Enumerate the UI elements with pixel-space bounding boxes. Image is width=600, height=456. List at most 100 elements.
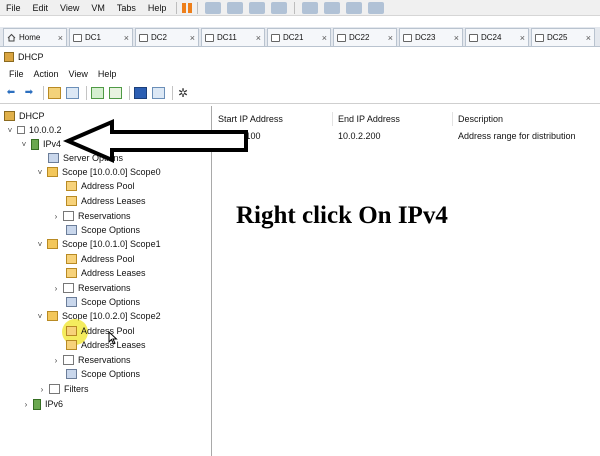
tab-dc25[interactable]: DC25 × xyxy=(531,28,595,46)
collapse-icon[interactable]: ˅ xyxy=(20,140,28,149)
refresh-icon[interactable] xyxy=(90,86,104,100)
tab-dc22[interactable]: DC22 × xyxy=(333,28,397,46)
tab-dc1[interactable]: DC1 × xyxy=(69,28,133,46)
annotation-text: Right click On IPv4 xyxy=(236,202,448,229)
tree-item-label: DHCP xyxy=(19,111,45,121)
menu-view[interactable]: View xyxy=(64,69,93,79)
view-thumbnail-icon[interactable] xyxy=(324,1,341,14)
expand-icon[interactable]: › xyxy=(52,284,60,293)
cell-description[interactable]: Address range for distribution xyxy=(453,129,600,143)
tree-item-label: Reservations xyxy=(78,211,131,221)
tab-label: DC22 xyxy=(349,33,370,42)
collapse-icon[interactable]: ˅ xyxy=(36,312,44,321)
collapse-icon[interactable]: ˅ xyxy=(6,126,14,135)
options-icon xyxy=(66,297,77,307)
menu-file[interactable]: File xyxy=(4,69,29,79)
send-ctrl-alt-del-icon[interactable] xyxy=(205,1,222,14)
close-icon[interactable]: × xyxy=(322,33,327,43)
close-icon[interactable]: × xyxy=(58,33,63,43)
tab-label: Home xyxy=(19,33,41,42)
expand-icon[interactable]: › xyxy=(38,385,46,394)
column-header-description[interactable]: Description xyxy=(453,112,600,126)
vm-menu-tabs[interactable]: Tabs xyxy=(111,3,142,13)
vm-icon xyxy=(535,33,544,42)
vm-menu-edit[interactable]: Edit xyxy=(27,3,55,13)
tree-item-address-pool[interactable]: Address Pool xyxy=(66,252,135,266)
snapshot-manager-icon[interactable] xyxy=(271,1,288,14)
expand-icon[interactable]: › xyxy=(22,400,30,409)
vm-tab-strip: Home × DC1 × DC2 × DC11 × DC21 × DC22 × DC23 ×… xyxy=(0,27,600,47)
collapse-icon[interactable]: ˅ xyxy=(36,168,44,177)
options-icon xyxy=(66,225,77,235)
vm-menubar: File Edit View VM Tabs Help xyxy=(0,0,600,16)
tree-item-dhcp[interactable]: DHCP xyxy=(4,109,45,123)
tree-item-label: Scope [10.0.1.0] Scope1 xyxy=(62,239,161,249)
vm-menu-file[interactable]: File xyxy=(0,3,27,13)
tree-item-ipv6[interactable]: › IPv6 xyxy=(22,397,63,411)
add-server-icon[interactable]: ✲ xyxy=(176,86,190,100)
up-folder-icon[interactable] xyxy=(47,86,61,100)
close-icon[interactable]: × xyxy=(190,33,195,43)
view-console-icon[interactable] xyxy=(302,1,319,14)
pause-icon[interactable] xyxy=(182,2,187,13)
tree-item-reservations[interactable]: › Reservations xyxy=(52,209,131,223)
tree-item-label: Address Pool xyxy=(81,181,135,191)
vm-menu-view[interactable]: View xyxy=(54,3,85,13)
unity-icon[interactable] xyxy=(368,1,385,14)
export-list-icon[interactable] xyxy=(108,86,122,100)
tree-item-filters[interactable]: › Filters xyxy=(38,382,89,396)
reservations-icon xyxy=(63,355,74,365)
pause-icon[interactable] xyxy=(188,2,193,13)
tab-dc11[interactable]: DC11 × xyxy=(201,28,265,46)
close-icon[interactable]: × xyxy=(256,33,261,43)
toolbar-divider xyxy=(176,1,178,14)
tab-dc24[interactable]: DC24 × xyxy=(465,28,529,46)
tree-item-scope-options[interactable]: Scope Options xyxy=(66,223,140,237)
tab-home[interactable]: Home × xyxy=(3,28,67,46)
tab-label: DC25 xyxy=(547,33,568,42)
tree-item-reservations[interactable]: › Reservations xyxy=(52,281,131,295)
expand-icon[interactable]: › xyxy=(52,356,60,365)
tree-item-server[interactable]: ˅ 10.0.0.2 xyxy=(6,123,62,137)
ipv6-icon xyxy=(33,398,41,410)
close-icon[interactable]: × xyxy=(124,33,129,43)
tree-item-scope1[interactable]: ˅ Scope [10.0.1.0] Scope1 xyxy=(36,237,161,251)
cell-end-ip[interactable]: 10.0.2.200 xyxy=(333,129,453,143)
menu-help[interactable]: Help xyxy=(93,69,122,79)
tab-dc23[interactable]: DC23 × xyxy=(399,28,463,46)
column-header-end-ip[interactable]: End IP Address xyxy=(333,112,453,126)
close-icon[interactable]: × xyxy=(586,33,591,43)
tree-item-label: IPv6 xyxy=(45,399,64,409)
tree-item-address-leases[interactable]: Address Leases xyxy=(66,266,146,280)
vm-icon xyxy=(337,33,346,42)
close-icon[interactable]: × xyxy=(388,33,393,43)
tree-item-address-pool[interactable]: Address Pool xyxy=(66,179,135,193)
menu-action[interactable]: Action xyxy=(29,69,64,79)
tree-item-scope-options[interactable]: Scope Options xyxy=(66,295,140,309)
snapshot-icon[interactable] xyxy=(227,1,244,14)
help-icon[interactable] xyxy=(133,86,147,100)
address-pool-icon xyxy=(66,326,77,336)
tree-item-reservations[interactable]: › Reservations xyxy=(52,353,131,367)
tree-item-scope-options[interactable]: Scope Options xyxy=(66,367,140,381)
close-icon[interactable]: × xyxy=(520,33,525,43)
reservations-icon xyxy=(63,283,74,293)
expand-icon[interactable]: › xyxy=(52,212,60,221)
close-icon[interactable]: × xyxy=(454,33,459,43)
forward-arrow-icon[interactable]: ➡ xyxy=(22,86,36,100)
back-arrow-icon[interactable]: ⬅ xyxy=(4,86,18,100)
revert-snapshot-icon[interactable] xyxy=(249,1,266,14)
show-hide-tree-icon[interactable] xyxy=(65,86,79,100)
tab-dc2[interactable]: DC2 × xyxy=(135,28,199,46)
vm-menu-help[interactable]: Help xyxy=(142,3,173,13)
tree-item-ipv4[interactable]: ˅ IPv4 xyxy=(20,137,61,151)
fullscreen-icon[interactable] xyxy=(346,1,363,14)
tab-dc21[interactable]: DC21 × xyxy=(267,28,331,46)
tree-item-address-pool[interactable]: Address Pool xyxy=(66,324,135,338)
vm-menu-vm[interactable]: VM xyxy=(85,3,111,13)
tree-item-address-leases[interactable]: Address Leases xyxy=(66,338,146,352)
tree-item-address-leases[interactable]: Address Leases xyxy=(66,194,146,208)
properties-icon[interactable] xyxy=(151,86,165,100)
tree-item-scope2[interactable]: ˅ Scope [10.0.2.0] Scope2 xyxy=(36,309,161,323)
collapse-icon[interactable]: ˅ xyxy=(36,240,44,249)
